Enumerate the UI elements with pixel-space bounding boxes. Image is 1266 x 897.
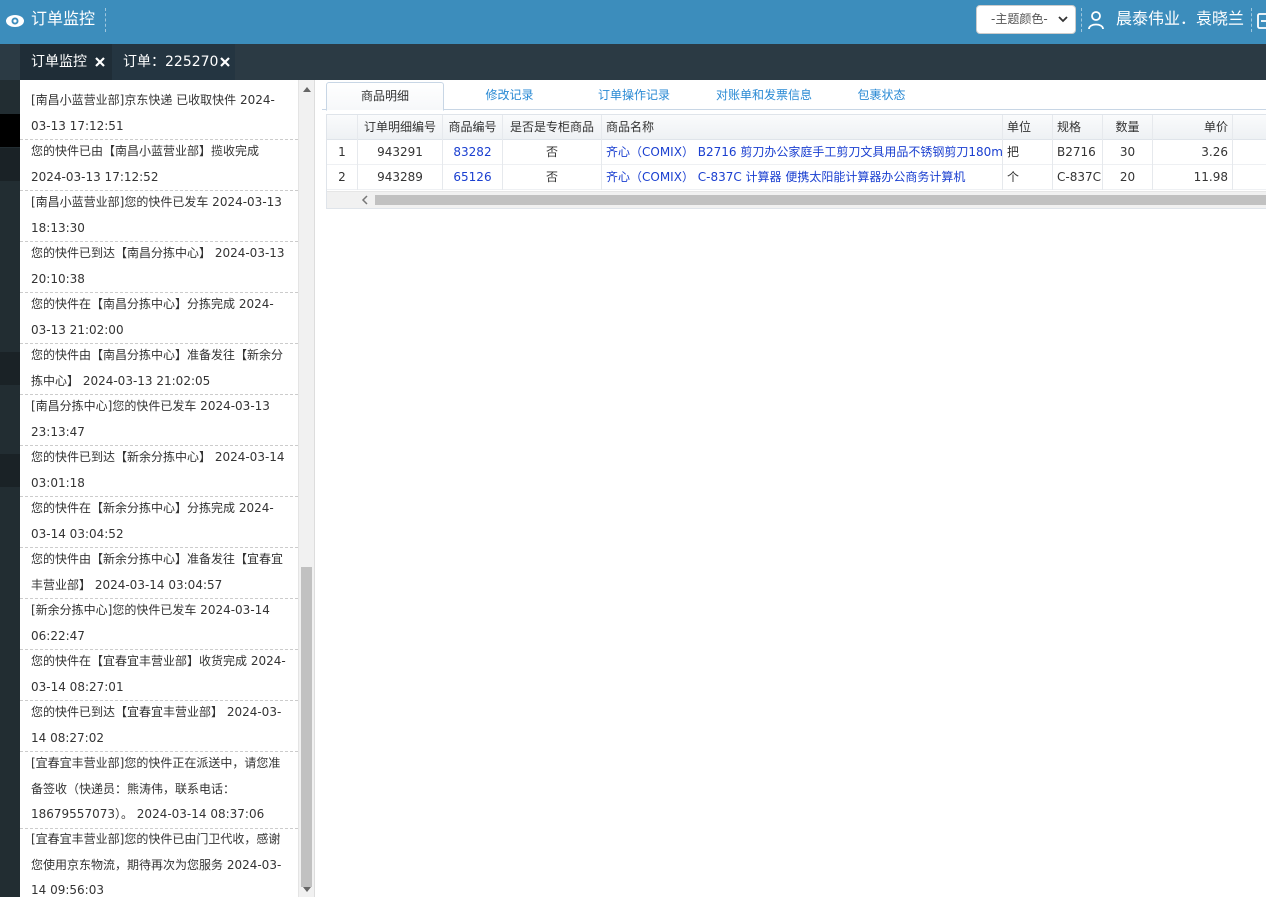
column-header[interactable]: 数量: [1103, 115, 1153, 140]
tab-label: 订单：225270: [123, 54, 219, 70]
tab-modification-log[interactable]: 修改记录: [467, 82, 552, 110]
product-id-link[interactable]: 83282: [443, 140, 503, 165]
theme-color-select[interactable]: -主题颜色-: [976, 5, 1076, 34]
header-divider: [105, 8, 106, 32]
chevron-down-icon: [1058, 16, 1068, 23]
product-detail-table: 订单明细编号 商品编号 是否是专柜商品 商品名称 单位 规格 数量 单价 1 9…: [326, 114, 1266, 209]
column-header[interactable]: 单位: [1003, 115, 1053, 140]
logout-icon[interactable]: [1257, 12, 1266, 30]
scroll-left-icon[interactable]: [361, 195, 369, 205]
counter-product-cell: 否: [503, 165, 602, 190]
list-item: [南昌分拣中心]您的快件已发车 2024-03-13 23:13:47: [20, 394, 298, 446]
table-row[interactable]: 2 943289 65126 否 齐心（COMIX） C-837C 计算器 便携…: [327, 165, 1266, 190]
tab-package-status[interactable]: 包裹状态: [844, 82, 919, 110]
spec-cell: C-837C: [1053, 165, 1103, 190]
close-icon[interactable]: [219, 56, 231, 68]
row-number: 2: [327, 165, 358, 190]
tab-order-operation-log[interactable]: 订单操作记录: [584, 82, 684, 110]
price-cell: 11.98: [1153, 165, 1233, 190]
quantity-cell: 30: [1103, 140, 1153, 165]
detail-tab-bar: 商品明细 修改记录 订单操作记录 对账单和发票信息 包裹状态: [322, 80, 1266, 111]
list-item: 您的快件已到达【宜春宜丰营业部】 2024-03-14 08:27:02: [20, 700, 298, 752]
eye-icon: [6, 15, 24, 27]
tab-product-detail[interactable]: 商品明细: [326, 82, 444, 111]
theme-select-value: -主题颜色-: [991, 12, 1048, 26]
scroll-up-icon[interactable]: [302, 85, 312, 93]
list-item: 您的快件在【新余分拣中心】分拣完成 2024-03-14 03:04:52: [20, 496, 298, 548]
tab-order-detail[interactable]: 订单：225270: [112, 44, 235, 80]
header-divider: [1251, 8, 1252, 32]
column-header[interactable]: 商品编号: [443, 115, 503, 140]
list-item: 您的快件已到达【新余分拣中心】 2024-03-14 03:01:18: [20, 445, 298, 497]
logistics-scrollbar[interactable]: [298, 80, 314, 897]
list-item: 您的快件在【宜春宜丰营业部】收货完成 2024-03-14 08:27:01: [20, 649, 298, 701]
sidebar-block[interactable]: [0, 148, 20, 181]
list-item: 您的快件在【南昌分拣中心】分拣完成 2024-03-13 21:02:00: [20, 292, 298, 344]
spec-cell: B2716: [1053, 140, 1103, 165]
collapsed-sidebar: [0, 80, 20, 897]
column-header: [327, 115, 358, 140]
close-icon[interactable]: [94, 56, 106, 68]
list-item: [新余分拣中心]您的快件已发车 2024-03-14 06:22:47: [20, 598, 298, 650]
tab-statement-invoice[interactable]: 对账单和发票信息: [704, 82, 824, 110]
top-header: 订单监控 -主题颜色- 晨泰伟业．袁晓兰: [0, 0, 1266, 44]
user-name[interactable]: 晨泰伟业．袁晓兰: [1116, 9, 1244, 29]
sidebar-block[interactable]: [0, 114, 20, 147]
list-item: 您的快件由【新余分拣中心】准备发往【宜春宜丰营业部】 2024-03-14 03…: [20, 547, 298, 599]
price-cell: 3.26: [1153, 140, 1233, 165]
list-item: 您的快件已由【南昌小蓝营业部】揽收完成 2024-03-13 17:12:52: [20, 139, 298, 191]
scrollbar-thumb[interactable]: [301, 567, 312, 887]
list-item: [宜春宜丰营业部]您的快件正在派送中，请您准备签收（快递员：熊涛伟，联系电话：1…: [20, 751, 298, 829]
list-item: [南昌小蓝营业部]您的快件已发车 2024-03-13 18:13:30: [20, 190, 298, 242]
logistics-tracking-list: [南昌小蓝营业部]京东快递 已收取快件 2024-03-13 17:12:51 …: [20, 80, 298, 897]
column-header[interactable]: 单价: [1153, 115, 1233, 140]
list-item: [南昌小蓝营业部]京东快递 已收取快件 2024-03-13 17:12:51: [20, 88, 298, 140]
column-header[interactable]: 订单明细编号: [358, 115, 443, 140]
detail-id-cell: 943289: [358, 165, 443, 190]
table-horizontal-scrollbar[interactable]: [327, 191, 1266, 208]
column-header[interactable]: 商品名称: [602, 115, 1003, 140]
sidebar-block[interactable]: [0, 352, 20, 385]
list-item: 您的快件已到达【南昌分拣中心】 2024-03-13 20:10:38: [20, 241, 298, 293]
list-item: [宜春宜丰营业部]您的快件已由门卫代收，感谢您使用京东物流，期待再次为您服务 2…: [20, 827, 298, 897]
product-name-link[interactable]: 齐心（COMIX） C-837C 计算器 便携太阳能计算器办公商务计算机: [602, 165, 1003, 190]
table-row[interactable]: 1 943291 83282 否 齐心（COMIX） B2716 剪刀办公家庭手…: [327, 140, 1266, 165]
page-title: 订单监控: [31, 9, 96, 28]
column-header[interactable]: 规格: [1053, 115, 1103, 140]
list-item: 您的快件由【南昌分拣中心】准备发往【新余分拣中心】 2024-03-13 21:…: [20, 343, 298, 395]
header-divider: [1081, 8, 1082, 32]
quantity-cell: 20: [1103, 165, 1153, 190]
unit-cell: 个: [1003, 165, 1053, 190]
column-header[interactable]: 是否是专柜商品: [503, 115, 602, 140]
unit-cell: 把: [1003, 140, 1053, 165]
counter-product-cell: 否: [503, 140, 602, 165]
product-name-link[interactable]: 齐心（COMIX） B2716 剪刀办公家庭手工剪刀文具用品不锈钢剪刀180mm: [602, 140, 1003, 165]
user-icon[interactable]: [1087, 10, 1105, 30]
row-number: 1: [327, 140, 358, 165]
sidebar-block[interactable]: [0, 454, 20, 487]
tab-label: 订单监控: [31, 54, 87, 70]
page-tab-bar: 订单监控 订单：225270: [0, 44, 1266, 80]
scroll-down-icon[interactable]: [302, 886, 312, 894]
tab-order-monitor[interactable]: 订单监控: [20, 44, 112, 80]
panel-splitter[interactable]: [314, 80, 322, 897]
product-id-link[interactable]: 65126: [443, 165, 503, 190]
scrollbar-thumb[interactable]: [375, 195, 1266, 205]
table-header: 订单明细编号 商品编号 是否是专柜商品 商品名称 单位 规格 数量 单价: [327, 115, 1266, 140]
detail-id-cell: 943291: [358, 140, 443, 165]
